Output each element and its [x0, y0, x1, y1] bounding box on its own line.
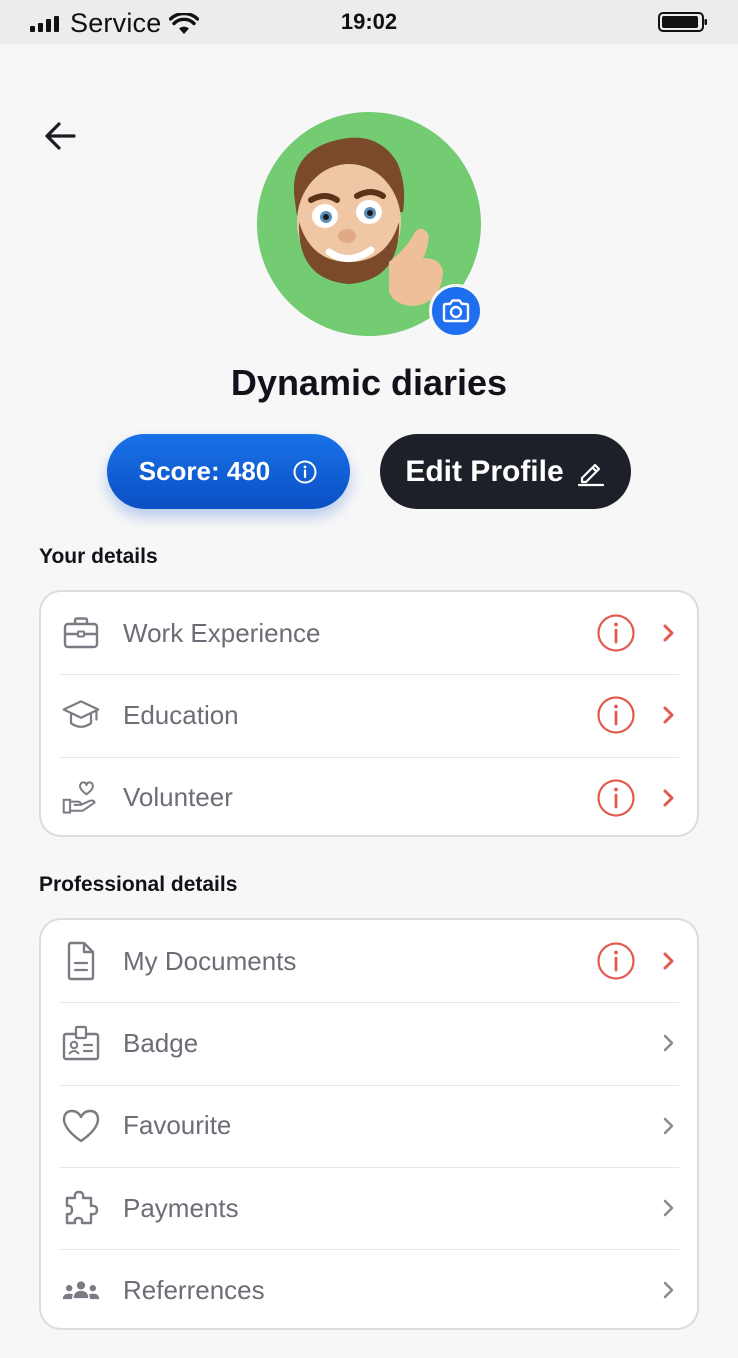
your-details-card: Work Experience Education Volunteer — [39, 590, 699, 837]
pencil-icon — [577, 463, 604, 486]
score-button[interactable]: Score: 480 — [107, 434, 350, 509]
chevron-right-icon — [663, 706, 674, 724]
warning-info-icon — [597, 696, 635, 735]
document-icon — [61, 941, 101, 981]
info-icon — [293, 460, 317, 483]
camera-icon — [442, 299, 470, 323]
row-label: Work Experience — [123, 617, 321, 648]
edit-profile-button[interactable]: Edit Profile — [380, 434, 631, 509]
battery-icon — [658, 12, 707, 32]
status-time: 19:02 — [340, 9, 398, 34]
professional-details-card: My Documents Badge Favourite Payments Re… — [39, 918, 699, 1330]
heart-icon — [61, 1106, 101, 1146]
row-payments[interactable]: Payments — [41, 1166, 697, 1249]
profile-name: Dynamic diaries — [230, 362, 508, 403]
row-label: Payments — [123, 1192, 239, 1223]
chevron-right-icon — [663, 1282, 674, 1299]
hand-heart-icon — [61, 778, 101, 818]
row-label: Badge — [123, 1027, 199, 1058]
chevron-right-icon — [663, 1035, 674, 1052]
section-title-your-details: Your details — [39, 545, 158, 568]
row-work-experience[interactable]: Work Experience — [41, 592, 697, 674]
row-referrences[interactable]: Referrences — [41, 1249, 697, 1328]
chevron-right-icon — [663, 789, 674, 807]
back-button[interactable] — [40, 115, 82, 157]
warning-info-icon — [597, 614, 635, 652]
change-photo-button[interactable] — [429, 284, 483, 338]
avatar-container — [257, 112, 483, 338]
score-label: Score: 480 — [138, 456, 271, 486]
people-icon — [61, 1270, 101, 1310]
badge-icon — [61, 1023, 101, 1063]
chevron-right-icon — [663, 1199, 674, 1217]
puzzle-icon — [61, 1188, 101, 1228]
row-label: Volunteer — [123, 782, 233, 813]
row-label: My Documents — [123, 945, 297, 976]
edit-profile-label: Edit Profile — [405, 454, 564, 488]
arrow-left-icon — [45, 122, 76, 150]
row-favourite[interactable]: Favourite — [41, 1084, 697, 1167]
chevron-right-icon — [663, 624, 674, 642]
row-education[interactable]: Education — [41, 674, 697, 756]
briefcase-icon — [61, 613, 101, 653]
warning-info-icon — [597, 942, 635, 980]
chevron-right-icon — [663, 1117, 674, 1135]
row-label: Education — [123, 699, 239, 730]
graduation-cap-icon — [61, 695, 101, 735]
warning-info-icon — [597, 779, 635, 817]
chevron-right-icon — [663, 952, 674, 970]
row-label: Referrences — [123, 1274, 265, 1305]
row-badge[interactable]: Badge — [41, 1002, 697, 1084]
row-my-documents[interactable]: My Documents — [41, 920, 697, 1002]
row-label: Favourite — [123, 1110, 232, 1141]
section-title-professional-details: Professional details — [39, 873, 238, 896]
status-bar: Service 19:02 — [0, 0, 738, 44]
row-volunteer[interactable]: Volunteer — [41, 756, 697, 835]
